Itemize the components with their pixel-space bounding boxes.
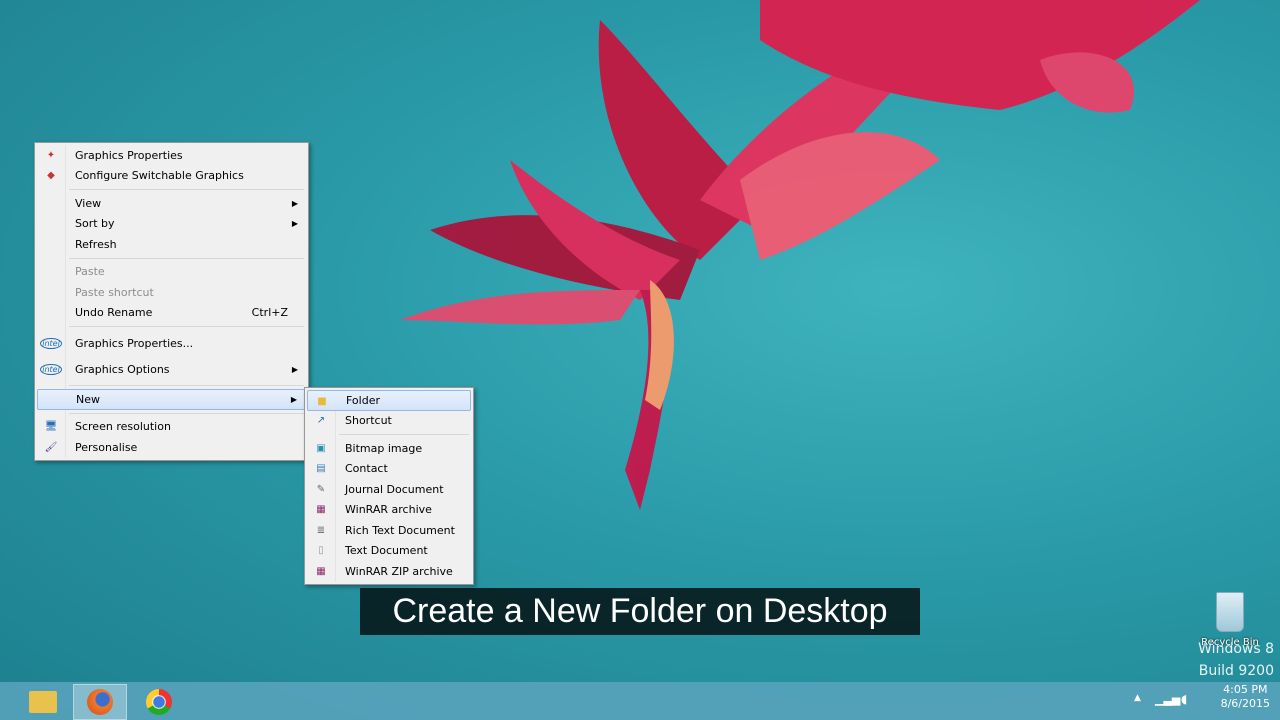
menu-undo-rename[interactable]: Undo Rename Ctrl+Z xyxy=(37,303,306,324)
intel-icon: intel xyxy=(40,337,62,349)
bitmap-icon: ▣ xyxy=(316,442,326,454)
new-folder[interactable]: ■ Folder xyxy=(307,390,471,411)
menu-refresh[interactable]: Refresh xyxy=(37,234,306,255)
menu-graphics-options[interactable]: intel Graphics Options ▶ xyxy=(37,356,306,382)
menu-configure-switchable-graphics[interactable]: ◆ Configure Switchable Graphics xyxy=(37,166,306,187)
new-journal[interactable]: ✎ Journal Document xyxy=(307,479,471,500)
menu-view[interactable]: View ▶ xyxy=(37,193,306,214)
chrome-icon xyxy=(146,689,172,715)
menu-graphics-properties[interactable]: ✦ Graphics Properties xyxy=(37,145,306,166)
volume-icon[interactable]: ◖ xyxy=(1181,692,1187,706)
shortcut-icon: ↗ xyxy=(316,415,326,426)
rich-text-icon: ≣ xyxy=(316,524,326,536)
new-rtf[interactable]: ≣ Rich Text Document xyxy=(307,520,471,541)
separator xyxy=(69,189,304,190)
winrar-icon: ▦ xyxy=(316,504,326,515)
separator xyxy=(69,257,304,259)
text-document-icon: ▯ xyxy=(318,545,324,556)
show-hidden-icons[interactable]: ▲ xyxy=(1134,693,1141,703)
menu-paste-shortcut[interactable]: Paste shortcut xyxy=(37,282,306,303)
network-icon[interactable]: ▁▃▅ xyxy=(1155,693,1180,706)
separator xyxy=(339,434,469,435)
menu-paste[interactable]: Paste xyxy=(37,262,306,283)
chevron-right-icon: ▶ xyxy=(291,364,298,374)
chevron-right-icon: ▶ xyxy=(291,198,298,208)
chevron-right-icon: ▶ xyxy=(291,219,298,229)
new-contact[interactable]: ▤ Contact xyxy=(307,459,471,480)
new-winrar-zip[interactable]: ▦ WinRAR ZIP archive xyxy=(307,561,471,582)
graphics-icon: ✦ xyxy=(46,149,56,161)
monitor-icon: 🖥 xyxy=(44,421,58,432)
folder-icon xyxy=(29,691,57,713)
menu-new[interactable]: New ▶ xyxy=(37,389,306,410)
new-text[interactable]: ▯ Text Document xyxy=(307,541,471,562)
personalise-icon: 🖌 xyxy=(44,441,58,453)
switchable-graphics-icon: ◆ xyxy=(47,170,55,181)
separator xyxy=(69,385,304,386)
separator xyxy=(69,412,304,414)
taskbar-firefox[interactable] xyxy=(73,684,127,720)
intel-icon: intel xyxy=(40,363,62,375)
caption: Create a New Folder on Desktop xyxy=(360,588,920,635)
journal-icon: ✎ xyxy=(316,483,326,495)
new-winrar[interactable]: ▦ WinRAR archive xyxy=(307,500,471,521)
firefox-icon xyxy=(87,689,113,715)
chevron-right-icon: ▶ xyxy=(290,394,297,404)
taskbar-chrome[interactable] xyxy=(132,684,186,720)
menu-screen-resolution[interactable]: 🖥 Screen resolution xyxy=(37,417,306,438)
menu-intel-graphics-properties[interactable]: intel Graphics Properties... xyxy=(37,330,306,356)
new-shortcut[interactable]: ↗ Shortcut xyxy=(307,411,471,432)
taskbar xyxy=(0,682,1280,720)
winrar-zip-icon: ▦ xyxy=(316,565,326,577)
new-bitmap[interactable]: ▣ Bitmap image xyxy=(307,438,471,459)
contact-icon: ▤ xyxy=(316,463,326,474)
recycle-bin[interactable]: Recycle Bin xyxy=(1200,592,1260,648)
new-submenu: ■ Folder ↗ Shortcut ▣ Bitmap image ▤ Contact… xyxy=(304,387,474,585)
folder-icon: ■ xyxy=(317,395,327,407)
taskbar-file-explorer[interactable] xyxy=(16,684,70,720)
separator xyxy=(69,326,304,327)
recycle-bin-icon xyxy=(1216,592,1244,632)
desktop-context-menu: ✦ Graphics Properties ◆ Configure Switchab… xyxy=(34,142,309,461)
clock[interactable]: 4:05 PM 8/6/2015 xyxy=(1221,683,1270,711)
menu-personalise[interactable]: 🖌 Personalise xyxy=(37,437,306,458)
watermark-build: Build 9200 xyxy=(1198,663,1274,679)
menu-sort-by[interactable]: Sort by ▶ xyxy=(37,214,306,235)
